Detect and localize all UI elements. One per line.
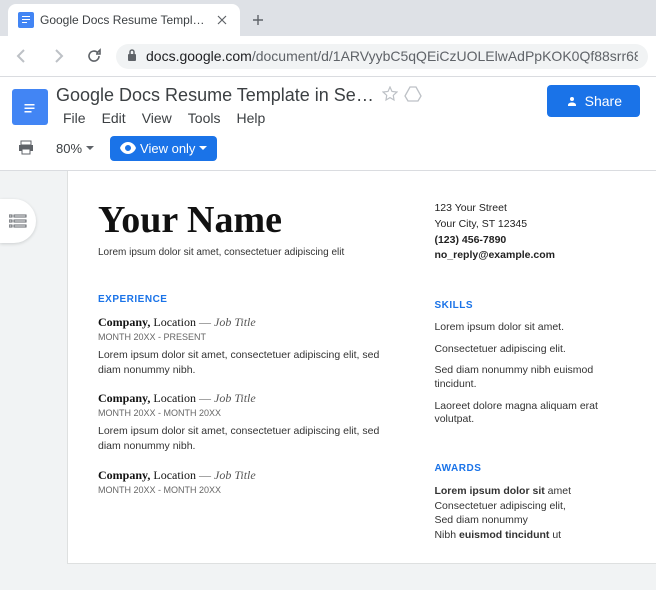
browser-chrome: Google Docs Resume Template i (0, 0, 656, 36)
contact-street: 123 Your Street (434, 201, 626, 217)
chevron-down-icon (86, 146, 94, 151)
move-to-drive-icon[interactable] (404, 86, 422, 105)
document-page[interactable]: Your Name Lorem ipsum dolor sit amet, co… (68, 171, 656, 563)
menu-edit[interactable]: Edit (95, 108, 133, 128)
chevron-down-icon (199, 146, 207, 151)
doc-title-row: Google Docs Resume Template in Serif... (56, 85, 539, 106)
contact-city: Your City, ST 12345 (434, 217, 626, 233)
contact-email: no_reply@example.com (434, 248, 626, 264)
contact-block: 123 Your Street Your City, ST 12345 (123… (434, 201, 626, 264)
browser-tab[interactable]: Google Docs Resume Template i (8, 4, 240, 36)
skills-list: Lorem ipsum dolor sit amet. Consectetuer… (434, 321, 626, 427)
skill-item: Sed diam nonummy nibh euismod tincidunt. (434, 364, 626, 391)
contact-phone: (123) 456-7890 (434, 233, 626, 249)
share-button[interactable]: Share (547, 85, 640, 117)
skill-item: Lorem ipsum dolor sit amet. (434, 321, 626, 335)
resume-tagline: Lorem ipsum dolor sit amet, consectetuer… (98, 247, 404, 258)
section-awards: AWARDS (434, 463, 626, 474)
section-skills: SKILLS (434, 300, 626, 311)
header-right: Share (547, 85, 644, 117)
menu-bar: File Edit View Tools Help (56, 108, 539, 128)
job-entry: Company, Location — Job Title MONTH 20XX… (98, 468, 404, 495)
url-text: docs.google.com/document/d/1ARVyybC5qQEi… (146, 48, 638, 64)
share-label: Share (585, 93, 622, 109)
menu-file[interactable]: File (56, 108, 93, 128)
zoom-dropdown[interactable]: 80% (50, 141, 100, 156)
docs-favicon (18, 12, 34, 28)
lock-icon (126, 48, 138, 65)
tabs-bar: Google Docs Resume Template i (0, 0, 656, 36)
right-column: 123 Your Street Your City, ST 12345 (123… (434, 201, 626, 543)
docs-logo[interactable] (12, 89, 48, 125)
app-header: Google Docs Resume Template in Serif... … (0, 77, 656, 128)
close-icon[interactable] (214, 12, 230, 28)
print-button[interactable] (12, 134, 40, 162)
star-icon[interactable] (382, 86, 398, 105)
new-tab-button[interactable] (244, 6, 272, 34)
menu-tools[interactable]: Tools (181, 108, 228, 128)
header-center: Google Docs Resume Template in Serif... … (56, 85, 539, 128)
skill-item: Consectetuer adipiscing elit. (434, 343, 626, 357)
resume-body: Your Name Lorem ipsum dolor sit amet, co… (98, 201, 626, 543)
toolbar: 80% View only (0, 128, 656, 171)
menu-help[interactable]: Help (229, 108, 272, 128)
left-column: Your Name Lorem ipsum dolor sit amet, co… (98, 201, 404, 543)
document-title[interactable]: Google Docs Resume Template in Serif... (56, 85, 376, 106)
resume-name: Your Name (98, 201, 404, 239)
document-canvas: Your Name Lorem ipsum dolor sit amet, co… (0, 171, 656, 584)
address-bar: docs.google.com/document/d/1ARVyybC5qQEi… (0, 36, 656, 77)
forward-button[interactable] (44, 42, 72, 70)
url-field[interactable]: docs.google.com/document/d/1ARVyybC5qQEi… (116, 44, 648, 69)
view-mode-label: View only (140, 141, 195, 156)
job-entry: Company, Location — Job Title MONTH 20XX… (98, 315, 404, 377)
awards-text: Lorem ipsum dolor sit amet Consectetuer … (434, 484, 626, 543)
zoom-value: 80% (56, 141, 82, 156)
menu-view[interactable]: View (135, 108, 179, 128)
job-entry: Company, Location — Job Title MONTH 20XX… (98, 391, 404, 453)
tab-title: Google Docs Resume Template i (40, 13, 208, 27)
reload-button[interactable] (80, 42, 108, 70)
back-button[interactable] (8, 42, 36, 70)
outline-toggle[interactable] (0, 199, 36, 243)
section-experience: EXPERIENCE (98, 294, 404, 305)
view-mode-button[interactable]: View only (110, 136, 217, 161)
skill-item: Laoreet dolore magna aliquam erat volutp… (434, 400, 626, 427)
